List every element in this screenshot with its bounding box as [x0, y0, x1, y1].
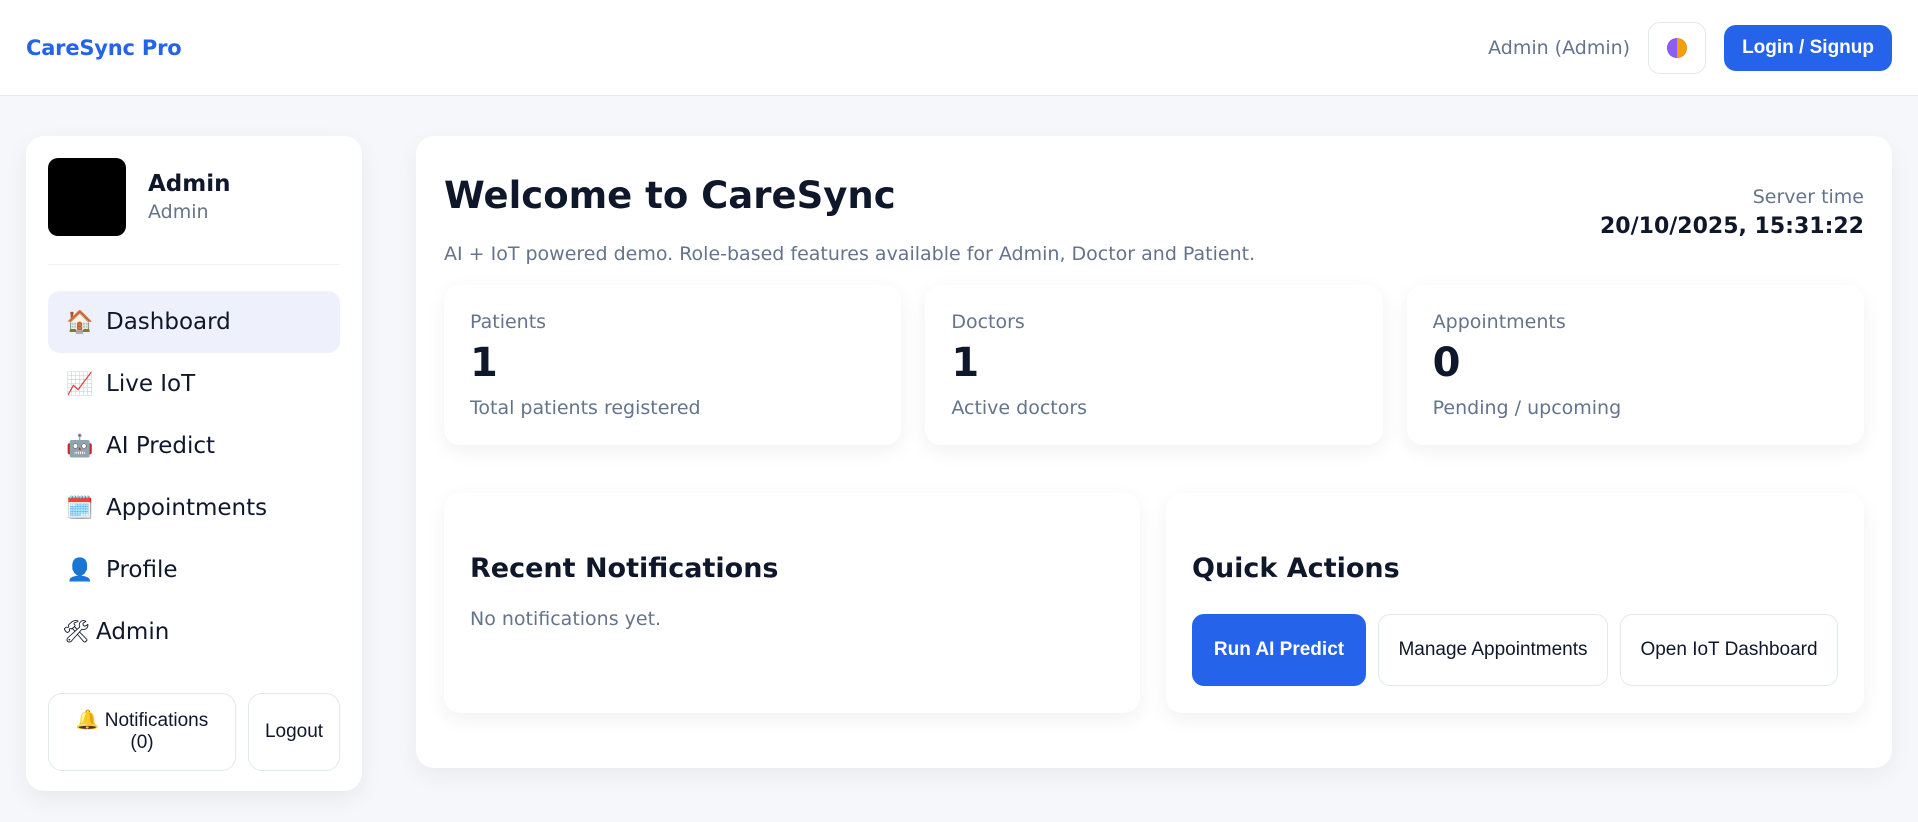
recent-notifications-panel: Recent Notifications No notifications ye…: [444, 493, 1140, 713]
top-bar: CareSync Pro Admin (Admin) Login / Signu…: [0, 0, 1918, 96]
sidebar-item-ai-predict[interactable]: 🤖 AI Predict: [48, 415, 340, 477]
chart-icon: 📈: [66, 371, 94, 397]
server-time-label: Server time: [1752, 186, 1864, 208]
server-time-block: Server time 20/10/2025, 15:31:22: [1600, 186, 1864, 265]
home-icon: 🏠: [66, 309, 94, 335]
sidebar-item-label: Dashboard: [106, 309, 231, 335]
stat-label: Patients: [470, 311, 547, 333]
user-icon: 👤: [66, 557, 94, 583]
stat-description: Total patients registered: [470, 397, 701, 419]
notifications-count: (0): [130, 732, 154, 753]
run-ai-predict-button[interactable]: Run AI Predict: [1192, 614, 1366, 686]
page-title: Welcome to CareSync: [444, 174, 896, 217]
avatar: [48, 158, 126, 236]
profile-summary: Admin Admin: [48, 158, 340, 265]
sidebar-item-appointments[interactable]: 🗓️ Appointments: [48, 477, 340, 539]
sidebar-nav: 🏠 Dashboard 📈 Live IoT 🤖 AI Predict 🗓️ A…: [48, 291, 340, 663]
stat-value: 1: [951, 340, 980, 386]
brand-logo[interactable]: CareSync Pro: [26, 36, 182, 60]
theme-toggle-icon: [1667, 37, 1688, 58]
page-subtitle: AI + IoT powered demo. Role-based featur…: [444, 243, 1256, 265]
sidebar-item-label: Live IoT: [106, 371, 196, 397]
panel-title: Recent Notifications: [470, 553, 779, 584]
sidebar-item-label: Appointments: [106, 495, 268, 521]
stat-label: Appointments: [1432, 311, 1566, 333]
main-panel: Welcome to CareSync AI + IoT powered dem…: [416, 136, 1892, 768]
sidebar-item-label: Admin: [96, 619, 170, 645]
header-actions: Admin (Admin) Login / Signup: [1488, 21, 1892, 74]
empty-notifications-text: No notifications yet.: [470, 608, 662, 630]
calendar-icon: 🗓️: [66, 495, 94, 521]
server-time-value: 20/10/2025, 15:31:22: [1600, 214, 1864, 239]
robot-icon: 🤖: [66, 433, 94, 459]
sidebar-item-live-iot[interactable]: 📈 Live IoT: [48, 353, 340, 415]
logout-button[interactable]: Logout: [248, 693, 340, 771]
sidebar-actions: 🔔 Notifications (0) Logout: [48, 693, 340, 771]
stat-label: Doctors: [951, 311, 1025, 333]
sidebar-item-dashboard[interactable]: 🏠 Dashboard: [48, 291, 340, 353]
sidebar-item-admin[interactable]: 🛠 Admin: [48, 601, 340, 663]
profile-role: Admin: [148, 201, 209, 223]
lower-panels: Recent Notifications No notifications ye…: [444, 493, 1864, 713]
stat-value: 1: [470, 340, 498, 386]
quick-actions-row: Run AI Predict Manage Appointments Open …: [1192, 614, 1838, 686]
sidebar-item-profile[interactable]: 👤 Profile: [48, 539, 340, 601]
login-signup-button[interactable]: Login / Signup: [1724, 24, 1892, 71]
notifications-label: Notifications: [104, 710, 209, 732]
quick-actions-panel: Quick Actions Run AI Predict Manage Appo…: [1166, 493, 1864, 713]
stat-description: Active doctors: [951, 397, 1088, 419]
stat-card-appointments: Appointments 0 Pending / upcoming: [1406, 285, 1864, 445]
sidebar-item-label: AI Predict: [106, 433, 216, 459]
stats-row: Patients 1 Total patients registered Doc…: [444, 285, 1864, 445]
profile-name: Admin: [148, 171, 231, 197]
sidebar: Admin Admin 🏠 Dashboard 📈 Live IoT 🤖 AI …: [26, 136, 362, 791]
sidebar-item-label: Profile: [106, 557, 178, 583]
welcome-header: Welcome to CareSync AI + IoT powered dem…: [444, 174, 1864, 265]
stat-card-doctors: Doctors 1 Active doctors: [925, 285, 1383, 445]
manage-appointments-button[interactable]: Manage Appointments: [1378, 614, 1608, 686]
panel-title: Quick Actions: [1192, 553, 1400, 584]
stat-card-patients: Patients 1 Total patients registered: [444, 285, 902, 445]
tools-icon: 🛠: [62, 619, 90, 645]
stat-value: 0: [1432, 340, 1461, 386]
stat-description: Pending / upcoming: [1432, 397, 1622, 419]
theme-toggle-button[interactable]: [1648, 21, 1707, 74]
bell-icon: 🔔: [75, 710, 100, 732]
open-iot-dashboard-button[interactable]: Open IoT Dashboard: [1620, 614, 1838, 686]
current-user-label: Admin (Admin): [1488, 36, 1631, 59]
notifications-button[interactable]: 🔔 Notifications (0): [48, 693, 236, 771]
notifications-label-line: 🔔 Notifications: [76, 710, 208, 732]
